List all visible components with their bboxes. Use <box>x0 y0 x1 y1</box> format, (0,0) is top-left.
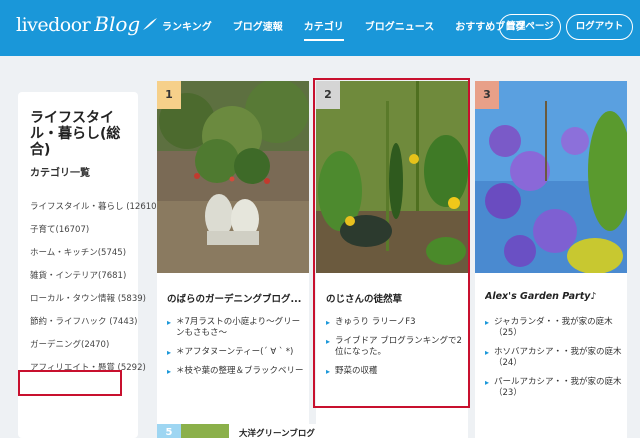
nav-blog-flash[interactable]: ブログ速報 <box>233 0 283 56</box>
ranking-card-1[interactable]: 1 のばらのガーデニングブログ... ＊7月ラストの小庭より～グリーンもさもさ～… <box>157 81 309 438</box>
logo-blog-text: Blog <box>94 12 141 36</box>
feather-icon <box>142 17 158 35</box>
gardening-highlight-box <box>18 370 122 396</box>
entry-link[interactable]: ＊7月ラストの小庭より～グリーンもさもさ～ <box>167 317 307 339</box>
rank-badge: 5 <box>157 424 181 438</box>
ranking-card-3[interactable]: 3 Alex's Garden Party♪ ジャカランダ・・我が家の庭木（25… <box>475 81 627 438</box>
category-item[interactable]: ローカル・タウン情報 (5839) <box>30 294 146 305</box>
nav-category[interactable]: カテゴリ <box>303 0 344 56</box>
category-item[interactable]: ホーム・キッチン(5745) <box>30 248 138 259</box>
sidebar-title: ライフスタイル・暮らし(総合) <box>30 110 121 158</box>
card-2-highlight-box <box>313 78 470 408</box>
card-thumbnail[interactable] <box>157 81 309 273</box>
category-item[interactable]: ライフスタイル・暮らし (126103) <box>30 202 165 213</box>
blog-title[interactable]: のばらのガーデニングブログ... <box>167 291 305 305</box>
category-item[interactable]: 節約・ライフハック (7443) <box>30 317 138 328</box>
category-list: ライフスタイル・暮らし (126103) 子育て(16707) ホーム・キッチン… <box>30 202 165 386</box>
blog-title[interactable]: 大洋グリーンブログ <box>239 427 315 438</box>
entry-link[interactable]: ＊枝や葉の整理＆ブラックベリー <box>167 366 307 377</box>
entry-link[interactable]: ＊アフタヌーンティー(´ ∀ ` *) <box>167 347 307 358</box>
sidebar-subtitle: カテゴリ一覧 <box>30 168 90 179</box>
category-item[interactable]: 子育て(16707) <box>30 225 138 236</box>
nav-blog-news[interactable]: ブログニュース <box>365 0 435 56</box>
rank-badge: 3 <box>475 81 499 109</box>
card-thumbnail[interactable] <box>475 81 627 273</box>
entry-link[interactable]: パールアカシア・・我が家の庭木（23） <box>485 377 625 399</box>
category-item[interactable]: 雑貨・インテリア(7681) <box>30 271 138 282</box>
logout-button[interactable]: ログアウト <box>566 14 633 40</box>
blog-title[interactable]: Alex's Garden Party♪ <box>485 291 623 302</box>
livedoor-blog-logo[interactable]: livedoor Blog <box>16 12 158 36</box>
main-nav: ランキング ブログ速報 カテゴリ ブログニュース おすすめブログ <box>162 0 546 56</box>
logo-text: livedoor <box>16 14 91 36</box>
entry-list: ジャカランダ・・我が家の庭木（25） ホソバアカシア・・我が家の庭木（24） パ… <box>485 317 625 407</box>
entry-link[interactable]: ホソバアカシア・・我が家の庭木（24） <box>485 347 625 369</box>
nav-ranking[interactable]: ランキング <box>162 0 212 56</box>
header: livedoor Blog ランキング ブログ速報 カテゴリ ブログニュース お… <box>0 0 640 56</box>
category-item-gardening[interactable]: ガーデニング(2470) <box>30 340 138 351</box>
card-thumbnail[interactable] <box>181 424 229 438</box>
ranking-card-5[interactable]: 5 大洋グリーンブログ <box>157 424 467 438</box>
entry-list: ＊7月ラストの小庭より～グリーンもさもさ～ ＊アフタヌーンティー(´ ∀ ` *… <box>167 317 307 385</box>
admin-page-button[interactable]: 管理ページ <box>499 14 561 40</box>
rank-badge: 1 <box>157 81 181 109</box>
entry-link[interactable]: ジャカランダ・・我が家の庭木（25） <box>485 317 625 339</box>
